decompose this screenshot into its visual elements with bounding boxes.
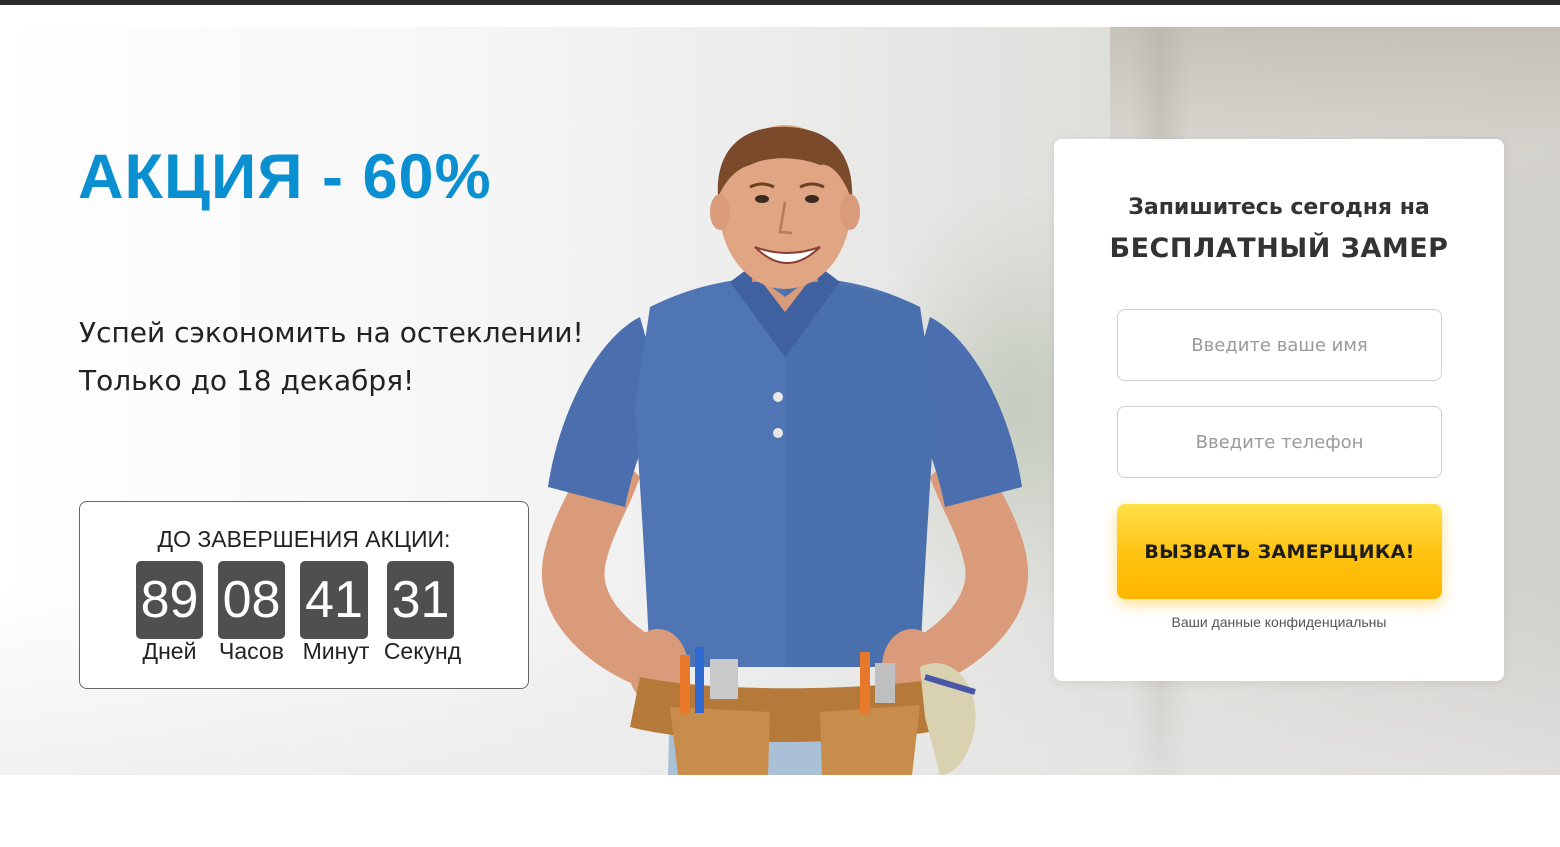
countdown-timer: ДО ЗАВЕРШЕНИЯ АКЦИИ: 89 08 41 31 Дней Ча… — [79, 501, 529, 689]
countdown-days: 89 — [136, 561, 203, 639]
countdown-minutes-label: Минут — [302, 638, 370, 664]
privacy-note: Ваши данные конфиденциальны — [1171, 614, 1387, 630]
promo-line-2: Только до 18 декабря! — [79, 364, 415, 397]
form-subtitle: Запишитесь сегодня на — [1128, 195, 1430, 220]
phone-input[interactable] — [1117, 406, 1442, 478]
countdown-hours: 08 — [218, 561, 285, 639]
countdown-seconds-label: Секунд — [383, 638, 462, 664]
promo-title: АКЦИЯ - 60% — [78, 142, 492, 212]
hero-section: АКЦИЯ - 60% Успей сэкономить на остеклен… — [0, 27, 1560, 775]
countdown-minutes: 41 — [300, 561, 368, 639]
countdown-title: ДО ЗАВЕРШЕНИЯ АКЦИИ: — [157, 526, 451, 552]
countdown-hours-label: Часов — [219, 638, 284, 664]
countdown-seconds: 31 — [387, 561, 454, 639]
promo-text: Успей сэкономить на остеклении! Только д… — [79, 309, 584, 405]
call-measurer-button[interactable]: ВЫЗВАТЬ ЗАМЕРЩИКА! — [1117, 504, 1442, 599]
worker-photo — [541, 125, 1029, 775]
form-heading: БЕСПЛАТНЫЙ ЗАМЕР — [1109, 233, 1449, 264]
top-bar — [0, 0, 1560, 5]
countdown-days-label: Дней — [142, 638, 197, 664]
signup-form-card: Запишитесь сегодня на БЕСПЛАТНЫЙ ЗАМЕР В… — [1054, 139, 1504, 681]
name-input[interactable] — [1117, 309, 1442, 381]
promo-line-1: Успей сэкономить на остеклении! — [79, 316, 584, 349]
